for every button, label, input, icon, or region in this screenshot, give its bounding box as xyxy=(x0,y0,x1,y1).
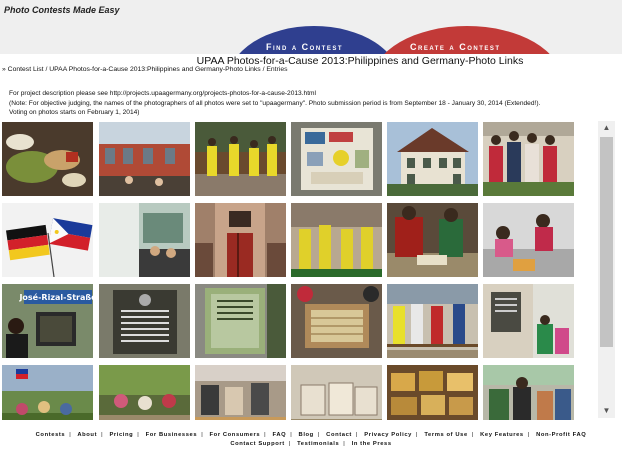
photo-thumbnail[interactable] xyxy=(99,122,190,196)
description-line-2: (Note: For objective judging, the names … xyxy=(9,99,541,107)
footer-link-blog[interactable]: Blog xyxy=(299,432,314,438)
photo-thumbnail[interactable] xyxy=(483,203,574,277)
photo-thumbnail[interactable] xyxy=(99,284,190,358)
footer-link-key-features[interactable]: Key Features xyxy=(480,432,524,438)
photo-thumbnail[interactable] xyxy=(387,365,478,420)
gallery-scrollbar[interactable]: ▲ ▼ xyxy=(598,121,615,418)
footer-link-contact-support[interactable]: Contact Support xyxy=(230,441,284,447)
contest-description: For project description please see http:… xyxy=(9,89,619,118)
photo-thumbnail[interactable] xyxy=(387,284,478,358)
photo-thumbnail[interactable] xyxy=(291,122,382,196)
photo-thumbnail[interactable] xyxy=(483,284,574,358)
photo-thumbnail[interactable]: José-Rizal-Straße xyxy=(2,284,93,358)
breadcrumb-separator: / xyxy=(262,66,265,73)
photo-thumbnail[interactable] xyxy=(483,365,574,420)
scroll-down-icon[interactable]: ▼ xyxy=(598,404,615,418)
scrollbar-thumb[interactable] xyxy=(600,137,613,347)
site-header: Photo Contests Made Easy Find a Contest … xyxy=(0,0,622,54)
breadcrumb-prefix: » xyxy=(2,66,6,73)
breadcrumb-current: Entries xyxy=(266,66,288,73)
photo-gallery: José-Rizal-Straße xyxy=(0,120,600,420)
footer-row-1: Contests | About | Pricing | For Businesses… xyxy=(35,432,587,438)
footer-link-for-consumers[interactable]: For Consumers xyxy=(210,432,261,438)
create-contest-link[interactable]: Create a Contest xyxy=(410,42,501,52)
photo-thumbnail[interactable] xyxy=(2,365,93,420)
description-line-3: Voting on photos starts on February 1, 2… xyxy=(9,109,140,117)
footer-link-pricing[interactable]: Pricing xyxy=(109,432,133,438)
footer-link-non-profit-faq[interactable]: Non-Profit FAQ xyxy=(536,432,586,438)
find-contest-link[interactable]: Find a Contest xyxy=(266,42,343,52)
footer-link-about[interactable]: About xyxy=(77,432,97,438)
footer-row-2: Contact Support | Testimonials | In the Pr… xyxy=(230,441,392,447)
breadcrumb: » Contest List / UPAA Photos-for-a-Cause… xyxy=(2,66,288,73)
photo-thumbnail[interactable] xyxy=(195,122,286,196)
photo-thumbnail[interactable] xyxy=(99,365,190,420)
footer-link-in-the-press[interactable]: In the Press xyxy=(352,441,392,447)
site-footer: Contests | About | Pricing | For Businesses… xyxy=(0,431,622,449)
footer-link-testimonials[interactable]: Testimonials xyxy=(297,441,339,447)
photo-thumbnail[interactable] xyxy=(483,122,574,196)
site-tagline: Photo Contests Made Easy xyxy=(4,5,120,15)
breadcrumb-contest-list[interactable]: Contest List xyxy=(8,66,44,73)
photo-thumbnail[interactable] xyxy=(2,203,93,277)
photo-thumbnail[interactable] xyxy=(195,284,286,358)
scroll-up-icon[interactable]: ▲ xyxy=(598,121,615,135)
footer-link-for-businesses[interactable]: For Businesses xyxy=(146,432,198,438)
photo-thumbnail[interactable] xyxy=(291,284,382,358)
footer-link-privacy-policy[interactable]: Privacy Policy xyxy=(364,432,412,438)
photo-thumbnail[interactable] xyxy=(387,122,478,196)
footer-link-contests[interactable]: Contests xyxy=(36,432,66,438)
breadcrumb-separator: / xyxy=(45,66,48,73)
description-line-1: For project description please see http:… xyxy=(9,90,317,97)
photo-thumbnail[interactable] xyxy=(99,203,190,277)
photo-thumbnail[interactable] xyxy=(291,365,382,420)
rizal-street-sign-text: José-Rizal-Straße xyxy=(18,292,93,302)
photo-thumbnail[interactable] xyxy=(2,122,93,196)
footer-link-contact[interactable]: Contact xyxy=(326,432,352,438)
photo-thumbnail[interactable] xyxy=(387,203,478,277)
breadcrumb-contest[interactable]: UPAA Photos-for-a-Cause 2013:Philippines… xyxy=(49,66,260,73)
photo-thumbnail[interactable] xyxy=(195,203,286,277)
footer-link-terms-of-use[interactable]: Terms of Use xyxy=(424,432,468,438)
footer-link-faq[interactable]: FAQ xyxy=(273,432,287,438)
photo-thumbnail[interactable] xyxy=(195,365,286,420)
photo-thumbnail[interactable] xyxy=(291,203,382,277)
